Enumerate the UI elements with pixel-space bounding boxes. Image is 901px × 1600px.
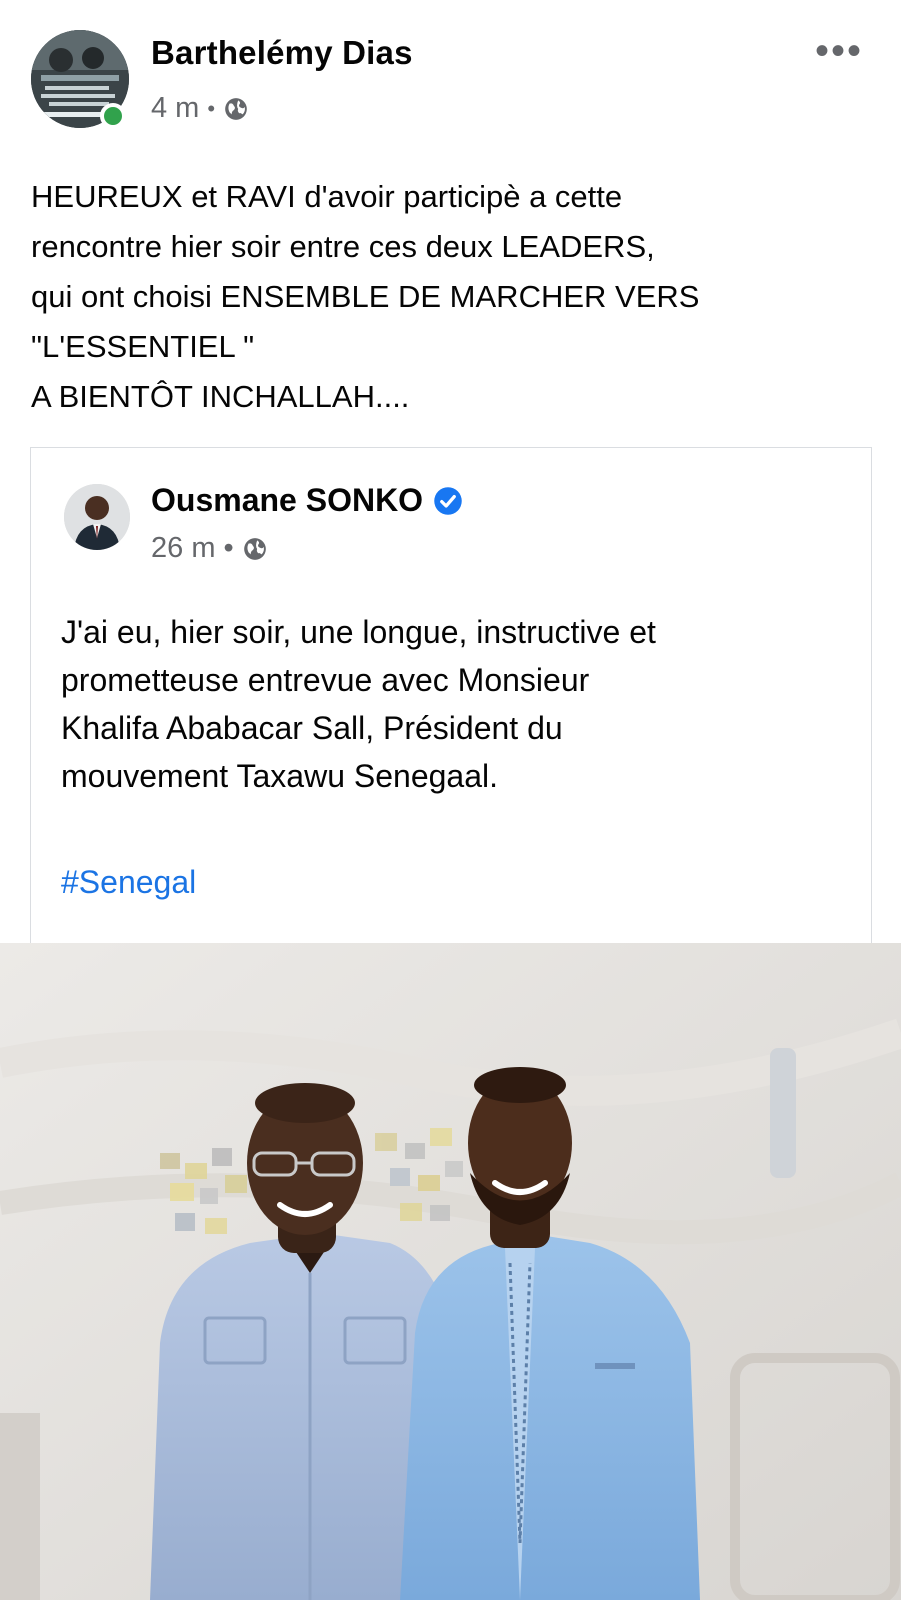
- post-line: "L'ESSENTIEL ": [31, 329, 255, 364]
- globe-icon: [225, 97, 247, 120]
- meta-separator: •: [207, 95, 216, 121]
- shared-author-header: Ousmane SONKO: [151, 482, 463, 519]
- post-meta: 4 m •: [151, 92, 249, 125]
- shared-line: prometteuse entrevue avec Monsieur: [61, 662, 590, 698]
- post-line: A BIENTÔT INCHALLAH....: [31, 379, 410, 414]
- shared-post-meta: 26 m •: [151, 532, 268, 565]
- shared-post-time[interactable]: 26 m: [151, 532, 215, 565]
- shared-line: mouvement Taxawu Senegaal.: [61, 758, 499, 794]
- shared-line: Khalifa Ababacar Sall, Président du: [61, 710, 563, 746]
- shared-author-name[interactable]: Ousmane SONKO: [151, 482, 423, 519]
- shared-author-avatar[interactable]: [64, 484, 130, 550]
- hashtag-link[interactable]: #Senegal: [61, 864, 196, 901]
- post-header: Barthelémy Dias 4 m • •••: [0, 0, 901, 150]
- more-options-button[interactable]: •••: [815, 31, 863, 71]
- post-line: rencontre hier soir entre ces deux LEADE…: [31, 229, 655, 264]
- verified-badge-icon: [434, 486, 462, 515]
- post-line: HEUREUX et RAVI d'avoir participè a cett…: [31, 179, 623, 214]
- shared-post-card[interactable]: Ousmane SONKO 26 m • J'ai eu, hier soir,…: [30, 447, 872, 947]
- shared-line: J'ai eu, hier soir, une longue, instruct…: [61, 614, 656, 650]
- post-time[interactable]: 4 m: [151, 92, 199, 125]
- meta-separator: •: [223, 532, 234, 564]
- post-photo[interactable]: [0, 943, 901, 1600]
- author-name[interactable]: Barthelémy Dias: [151, 34, 413, 72]
- online-status-indicator: [100, 103, 126, 129]
- post-line: qui ont choisi ENSEMBLE DE MARCHER VERS: [31, 279, 700, 314]
- shared-post-body: J'ai eu, hier soir, une longue, instruct…: [61, 608, 851, 800]
- post-body: HEUREUX et RAVI d'avoir participè a cett…: [31, 172, 881, 422]
- globe-icon: [243, 537, 266, 560]
